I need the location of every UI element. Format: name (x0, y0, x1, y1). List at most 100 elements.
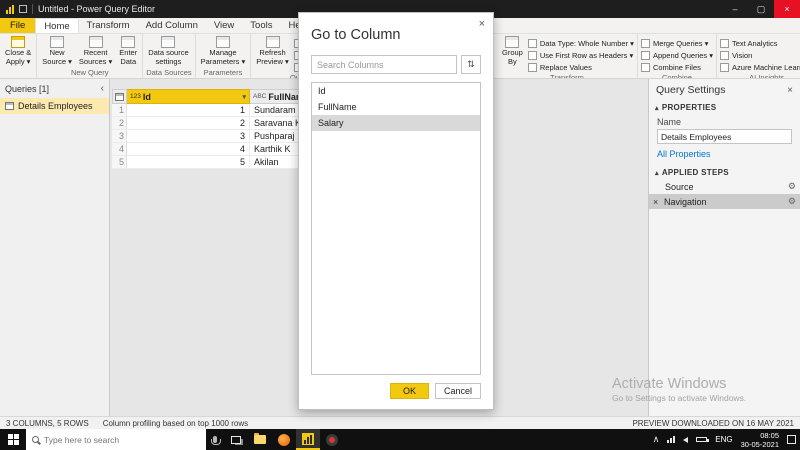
properties-section-header[interactable]: ▴ PROPERTIES (649, 100, 800, 114)
file-explorer-icon (254, 433, 266, 444)
applied-step-navigation[interactable]: × Navigation ⚙ (649, 194, 800, 209)
taskbar-search[interactable] (26, 429, 206, 450)
query-list-item[interactable]: Details Employees (0, 98, 109, 114)
tab-transform[interactable]: Transform (79, 18, 138, 33)
close-window-button[interactable]: × (774, 0, 800, 18)
refresh-preview-button[interactable]: Refresh Preview ▾ (254, 36, 291, 66)
group-by-button[interactable]: Group By (500, 36, 525, 66)
gear-icon[interactable]: ⚙ (788, 181, 796, 192)
column-profiling-status[interactable]: Column profiling based on top 1000 rows (103, 419, 248, 428)
cell-id[interactable]: 3 (127, 130, 250, 143)
data-source-settings-button[interactable]: Data source settings (146, 36, 190, 66)
cell-id[interactable]: 5 (127, 156, 250, 169)
label: Refresh Preview ▾ (256, 48, 289, 66)
close-and-apply-button[interactable]: Close & Apply ▾ (3, 36, 33, 66)
row-number[interactable]: 4 (112, 143, 127, 156)
data-type-button[interactable]: Data Type: Whole Number ▾ (527, 38, 634, 49)
replace-values-button[interactable]: Replace Values (527, 62, 634, 73)
action-center-button[interactable] (787, 435, 796, 444)
merge-queries-button[interactable]: Merge Queries ▾ (640, 38, 713, 49)
volume-icon[interactable] (683, 436, 689, 443)
taskbar-search-input[interactable] (44, 434, 200, 445)
tab-add-column[interactable]: Add Column (138, 18, 206, 33)
close-panel-icon[interactable]: × (787, 85, 793, 96)
label: Use First Row as Headers ▾ (539, 51, 634, 60)
collapse-queries-icon[interactable]: ‹ (101, 83, 104, 94)
tab-home[interactable]: Home (35, 18, 79, 33)
language-indicator[interactable]: ENG (715, 435, 732, 444)
save-icon[interactable] (19, 5, 27, 13)
cortana-mic-button[interactable] (206, 429, 224, 450)
taskbar-clock[interactable]: 08:05 30-05-2021 (741, 431, 779, 449)
row-number[interactable]: 3 (112, 130, 127, 143)
close-dialog-icon[interactable]: × (479, 18, 485, 30)
query-settings-title: Query Settings (656, 84, 726, 96)
query-name-input[interactable] (657, 129, 792, 144)
ribbon-group-combine: Merge Queries ▾ Append Queries ▾ Combine… (638, 34, 718, 78)
task-view-button[interactable] (224, 429, 248, 450)
vision-button[interactable]: Vision (720, 50, 800, 61)
text-analytics-button[interactable]: Text Analytics (720, 38, 800, 49)
all-properties-link[interactable]: All Properties (649, 144, 800, 165)
text-type-icon: ABC (253, 93, 267, 100)
ribbon-group-label: Data Sources (146, 68, 192, 77)
label: Recent Sources ▾ (78, 48, 113, 66)
tab-tools[interactable]: Tools (242, 18, 280, 33)
tab-file[interactable]: File (0, 18, 36, 33)
list-item-salary[interactable]: Salary (312, 115, 480, 131)
vision-icon (720, 51, 730, 60)
new-source-button[interactable]: New Source ▾ (40, 36, 74, 66)
recent-sources-icon (88, 36, 103, 48)
power-bi-taskbar-button[interactable] (296, 429, 320, 450)
recent-sources-button[interactable]: Recent Sources ▾ (77, 36, 114, 66)
label: Navigation (664, 196, 707, 207)
collapse-triangle-icon: ▴ (655, 104, 659, 112)
azure-machine-learning-button[interactable]: Azure Machine Learning (720, 62, 800, 73)
media-app-button[interactable] (320, 429, 344, 450)
row-number[interactable]: 5 (112, 156, 127, 169)
label: Data source settings (148, 48, 189, 66)
row-number[interactable]: 1 (112, 104, 127, 117)
battery-icon[interactable] (696, 437, 710, 442)
close-apply-icon (11, 36, 26, 48)
network-icon[interactable] (667, 436, 676, 443)
ok-button[interactable]: OK (389, 383, 429, 399)
label: Azure Machine Learning (732, 63, 800, 72)
cancel-button[interactable]: Cancel (434, 383, 481, 399)
append-queries-button[interactable]: Append Queries ▾ (640, 50, 713, 61)
column-list: Id FullName Salary (311, 82, 481, 375)
select-all-corner-button[interactable] (112, 89, 127, 104)
collapse-triangle-icon: ▴ (655, 169, 659, 177)
column-header-id[interactable]: 123 Id ▾ (127, 89, 250, 104)
show-hidden-icons-button[interactable]: ∧ (653, 434, 660, 445)
cell-id[interactable]: 4 (127, 143, 250, 156)
label: Text Analytics (732, 39, 778, 48)
start-button[interactable] (0, 429, 26, 450)
combine-files-button[interactable]: Combine Files (640, 62, 713, 73)
gear-icon[interactable]: ⚙ (788, 196, 796, 207)
list-item-id[interactable]: Id (312, 83, 480, 99)
titlebar-divider (32, 4, 33, 14)
browser-button[interactable] (272, 429, 296, 450)
cell-id[interactable]: 1 (127, 104, 250, 117)
window-title: Untitled - Power Query Editor (38, 4, 156, 14)
enter-data-button[interactable]: Enter Data (117, 36, 139, 66)
manage-parameters-button[interactable]: Manage Parameters ▾ (199, 36, 248, 66)
applied-steps-section-header[interactable]: ▴ APPLIED STEPS (649, 165, 800, 179)
row-number[interactable]: 2 (112, 117, 127, 130)
use-first-row-as-headers-button[interactable]: Use First Row as Headers ▾ (527, 50, 634, 61)
filter-caret-icon[interactable]: ▾ (242, 93, 246, 101)
label: New Source ▾ (42, 48, 72, 66)
search-columns-input[interactable] (311, 55, 457, 74)
az-sort-button[interactable]: ⇅ (461, 55, 481, 74)
file-explorer-button[interactable] (248, 429, 272, 450)
tab-view[interactable]: View (206, 18, 242, 33)
maximize-button[interactable]: ▢ (748, 0, 774, 18)
cell-id[interactable]: 2 (127, 117, 250, 130)
window-controls: – ▢ × (722, 0, 800, 18)
delete-step-icon[interactable]: × (653, 197, 664, 207)
list-item-fullname[interactable]: FullName (312, 99, 480, 115)
minimize-button[interactable]: – (722, 0, 748, 18)
applied-step-source[interactable]: Source ⚙ (649, 179, 800, 194)
windows-logo-icon (7, 434, 19, 445)
